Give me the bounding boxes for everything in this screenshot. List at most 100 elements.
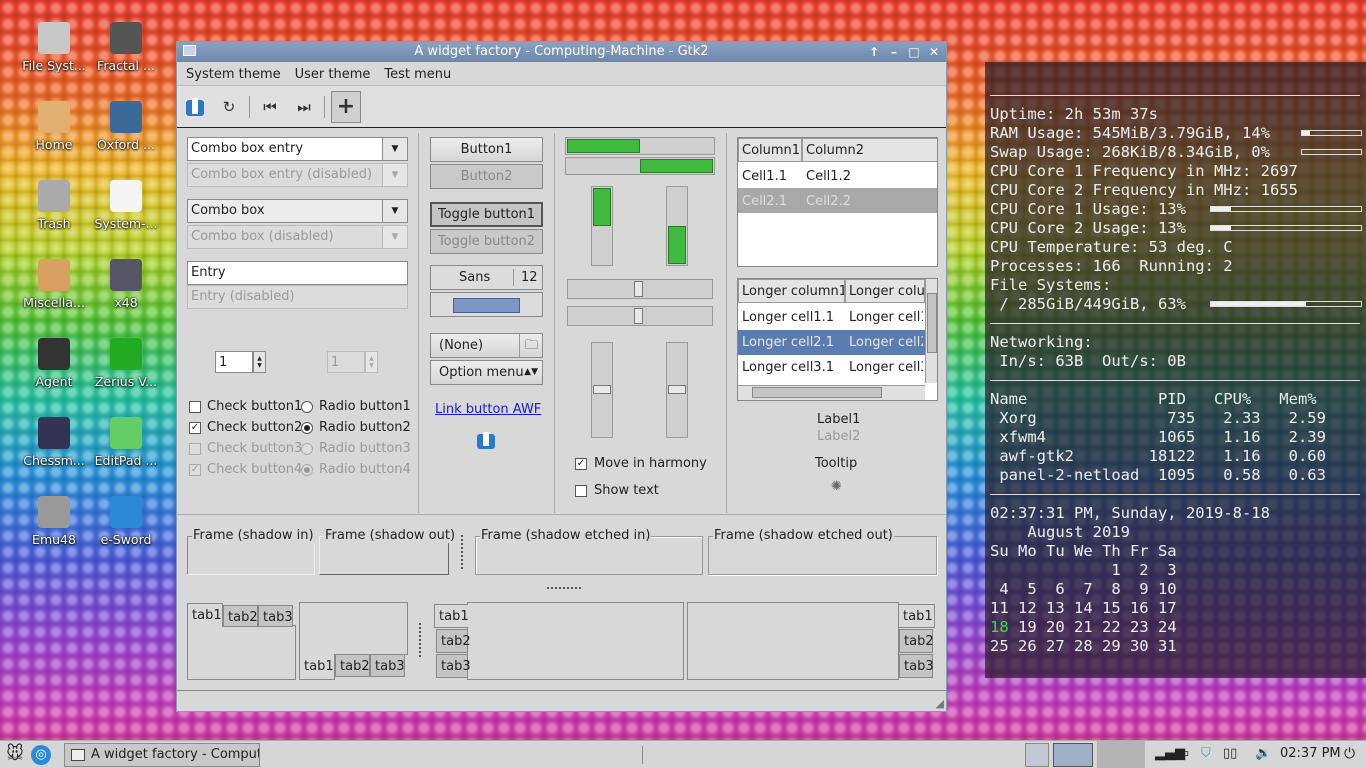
goto-first-icon[interactable]: ⏮ — [256, 93, 284, 121]
tab-2[interactable]: tab2 — [899, 629, 934, 653]
scale-handle[interactable] — [634, 281, 643, 297]
clock[interactable]: 02:37 PM — [1280, 746, 1341, 761]
scale-handle[interactable] — [634, 308, 643, 324]
scale-handle[interactable] — [668, 385, 686, 394]
tab-3[interactable]: tab3 — [258, 605, 293, 627]
taskbar-window-button[interactable]: A widget factory - Comput... — [64, 743, 260, 767]
move-in-harmony-checkbox[interactable]: ✓ — [575, 458, 587, 470]
tree-cell-selected[interactable]: Longer cell2.1 — [742, 335, 842, 350]
desktop-icon[interactable]: Home — [19, 101, 89, 152]
tree-cell[interactable]: Longer cell3.1 — [742, 360, 842, 375]
chevron-down-icon[interactable]: ▼ — [382, 199, 408, 223]
show-text-checkbox[interactable] — [575, 485, 587, 497]
spin-arrows-icon[interactable]: ▲ ▼ — [253, 351, 266, 373]
tree-cell[interactable]: Longer cell3.2 — [849, 360, 923, 375]
menu-user-theme[interactable]: User theme — [295, 67, 371, 82]
file-chooser-button[interactable]: (None) 🗀 — [430, 333, 543, 358]
desktop-icon[interactable]: Chessm... — [19, 417, 89, 468]
tab-2[interactable]: tab2 — [223, 605, 258, 627]
window-titlebar[interactable]: A widget factory - Computing-Machine - G… — [177, 42, 946, 62]
desktop-icon[interactable]: File Syst... — [19, 22, 89, 73]
tab-3[interactable]: tab3 — [436, 654, 471, 678]
workspace-3[interactable] — [1097, 741, 1145, 768]
tab-2[interactable]: tab2 — [335, 654, 370, 677]
desktop-icon[interactable]: Trash — [19, 180, 89, 231]
desktop-icon[interactable]: Agent — [19, 338, 89, 389]
start-menu-icon[interactable]: 🐭 — [3, 744, 27, 766]
menu-test[interactable]: Test menu — [384, 67, 451, 82]
shade-icon[interactable]: ↑ — [866, 42, 882, 62]
button1[interactable]: Button1 — [430, 137, 543, 162]
refresh-icon[interactable]: ↻ — [215, 93, 243, 121]
vertical-scrollbar[interactable] — [925, 279, 937, 383]
horizontal-scrollbar[interactable] — [738, 385, 925, 400]
tree-cell-selected[interactable]: Longer cell2.2 — [849, 335, 923, 350]
maximize-icon[interactable]: □ — [906, 42, 922, 62]
minimize-icon[interactable]: – — [886, 42, 902, 62]
scale-h2[interactable] — [567, 306, 713, 326]
tab-1[interactable]: tab1 — [187, 603, 223, 627]
desktop-icon[interactable]: Emu48 — [19, 496, 89, 547]
power-icon[interactable]: ⏻ — [1344, 746, 1360, 764]
tooltip-label[interactable]: Tooltip — [815, 456, 857, 471]
shield-icon[interactable]: ⛉ — [1201, 746, 1211, 761]
combo-box[interactable]: Combo box — [187, 199, 383, 223]
goto-last-icon[interactable]: ⏭ — [290, 93, 318, 121]
close-icon[interactable]: ✕ — [926, 42, 942, 62]
scale-v2[interactable] — [666, 342, 688, 438]
entry-field[interactable]: Entry — [187, 261, 408, 285]
color-button[interactable] — [430, 292, 543, 317]
awf-logo-icon[interactable] — [181, 93, 209, 121]
resize-grip-icon[interactable]: ◢ — [936, 697, 944, 710]
combo-entry-input[interactable]: Combo box entry — [187, 137, 383, 161]
scale-handle[interactable] — [593, 385, 611, 394]
tree-cell[interactable]: Longer cell1.1 — [742, 310, 842, 325]
scale-v1[interactable] — [591, 342, 613, 438]
tab-3[interactable]: tab3 — [370, 654, 405, 677]
paned-handle[interactable] — [419, 623, 421, 657]
tree-view-1[interactable]: Column1 Column2 Cell1.1 Cell1.2 Cell2.1 … — [737, 137, 938, 267]
column-header[interactable]: Longer column2 — [845, 279, 925, 303]
column-header[interactable]: Longer column1 — [738, 279, 845, 303]
window-menu-icon[interactable] — [183, 45, 196, 56]
option-menu[interactable]: Option menu ▲▼ — [430, 360, 543, 385]
battery-icon[interactable]: ▭ — [1177, 746, 1189, 761]
radio-button1[interactable] — [301, 401, 313, 413]
tree-cell[interactable]: Cell1.2 — [806, 169, 851, 184]
check-button1[interactable] — [189, 401, 201, 413]
tab-1[interactable]: tab1 — [434, 604, 469, 628]
desktop-icon[interactable]: Oxford ... — [91, 101, 161, 152]
spin-button-input[interactable]: 1 — [215, 351, 253, 373]
paned-handle[interactable] — [461, 535, 463, 569]
toggle-button1[interactable]: Toggle button1 — [430, 202, 543, 227]
paned-handle[interactable] — [547, 587, 581, 589]
browser-launcher-icon[interactable]: ◎ — [31, 745, 51, 765]
desktop-icon[interactable]: System-... — [91, 180, 161, 231]
radio-button2[interactable] — [301, 422, 313, 434]
check-button2[interactable]: ✓ — [189, 422, 201, 434]
menu-system-theme[interactable]: System theme — [186, 67, 281, 82]
tree-cell[interactable]: Cell1.1 — [742, 169, 787, 184]
tree-cell[interactable]: Longer cell1.2 — [849, 310, 923, 325]
scale-h1[interactable] — [567, 279, 713, 299]
chevron-down-icon[interactable]: ▼ — [382, 137, 408, 161]
add-icon[interactable]: + — [331, 90, 361, 123]
desktop-icon[interactable]: x48 — [91, 259, 161, 310]
tree-view-2[interactable]: Longer column1 Longer column2 Longer cel… — [737, 278, 938, 401]
netload-icon[interactable]: ▯▯ — [1223, 746, 1237, 761]
desktop-icon[interactable]: EditPad ... — [91, 417, 161, 468]
tab-1[interactable]: tab1 — [299, 654, 335, 680]
tab-2[interactable]: tab2 — [436, 629, 471, 653]
volume-icon[interactable]: 🔉 — [1255, 746, 1271, 761]
tab-1[interactable]: tab1 — [899, 604, 935, 628]
desktop-icon[interactable]: Miscella... — [19, 259, 89, 310]
column-header[interactable]: Column1 — [738, 138, 802, 162]
desktop-icon[interactable]: e-Sword — [91, 496, 161, 547]
tab-3[interactable]: tab3 — [899, 654, 934, 678]
desktop-icon[interactable]: Zerius V... — [91, 338, 161, 389]
column-header[interactable]: Column2 — [802, 138, 937, 162]
desktop-icon[interactable]: Fractal ... — [91, 22, 161, 73]
font-button[interactable]: Sans 12 — [430, 265, 543, 290]
workspace-2[interactable] — [1053, 743, 1093, 767]
workspace-1[interactable] — [1025, 743, 1049, 767]
